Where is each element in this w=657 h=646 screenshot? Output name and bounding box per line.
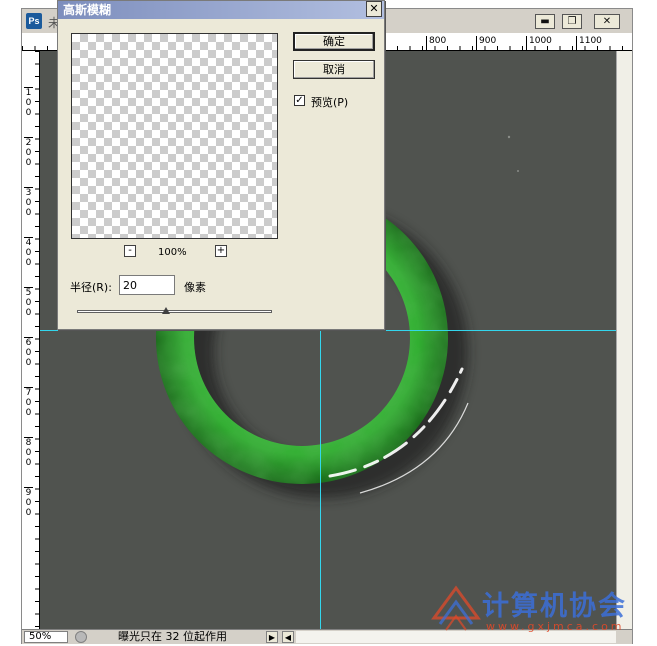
zoom-level: 100% — [158, 247, 187, 258]
horizontal-guide[interactable] — [40, 330, 616, 331]
ruler-tick-label: 200 — [24, 137, 33, 168]
status-info-icon[interactable] — [75, 631, 87, 643]
zoom-in-button[interactable]: + — [215, 245, 227, 257]
cancel-button[interactable]: 取消 — [293, 60, 375, 79]
watermark: 计算机协会 www.gxjmca.com — [430, 584, 650, 640]
ruler-tick-label: 700 — [24, 387, 33, 418]
vertical-scrollbar[interactable] — [616, 51, 632, 629]
scroll-left-arrow-icon[interactable]: ◀ — [282, 631, 294, 643]
watermark-title: 计算机协会 — [482, 591, 627, 622]
ruler-tick-label: 900 — [476, 36, 496, 50]
ruler-tick-label: 600 — [24, 337, 33, 368]
vertical-ruler[interactable]: 100 200 300 400 500 600 700 800 900 — [22, 51, 40, 629]
dialog-title: 高斯模糊 — [63, 3, 112, 17]
zoom-out-button[interactable]: - — [124, 245, 136, 257]
desktop-background — [633, 0, 657, 646]
radius-input[interactable] — [119, 275, 175, 295]
radius-slider-thumb[interactable] — [162, 307, 170, 314]
preview-area[interactable] — [71, 33, 278, 239]
ruler-tick-label: 800 — [426, 36, 446, 50]
ruler-tick-label: 300 — [24, 187, 33, 218]
ruler-tick-label: 800 — [24, 437, 33, 468]
restore-button[interactable]: ❐ — [562, 14, 582, 29]
watermark-logo-icon — [431, 585, 481, 631]
photoshop-app-icon: Ps — [26, 13, 42, 29]
ruler-tick-label: 400 — [24, 237, 33, 268]
radius-slider-track[interactable] — [77, 310, 272, 313]
ruler-tick-label: 1100 — [576, 36, 602, 50]
minimize-button[interactable]: ▬ — [535, 14, 555, 29]
zoom-field[interactable]: 50% — [24, 631, 68, 643]
dialog-titlebar[interactable]: 高斯模糊 ✕ — [58, 1, 384, 19]
ruler-tick-label: 900 — [24, 487, 33, 518]
dialog-close-button[interactable]: ✕ — [366, 1, 382, 17]
ok-button[interactable]: 确定 — [293, 32, 375, 51]
ruler-tick-label: 1000 — [526, 36, 552, 50]
preview-checkbox[interactable]: ✓ — [294, 95, 305, 106]
radius-label: 半径(R): — [70, 281, 112, 294]
ruler-tick-label: 100 — [24, 87, 33, 118]
ruler-tick-label: 500 — [24, 287, 33, 318]
preview-checkbox-label: 预览(P) — [311, 96, 349, 109]
radius-unit-label: 像素 — [184, 281, 206, 294]
status-text: 曝光只在 32 位起作用 — [118, 630, 227, 643]
close-button[interactable]: ✕ — [594, 14, 620, 29]
watermark-url: www.gxjmca.com — [486, 620, 625, 633]
gaussian-blur-dialog: 高斯模糊 ✕ - 100% + 确定 取消 ✓ 预览(P) 半径(R): 像素 — [57, 0, 385, 330]
status-menu-arrow-icon[interactable]: ▶ — [266, 631, 278, 643]
